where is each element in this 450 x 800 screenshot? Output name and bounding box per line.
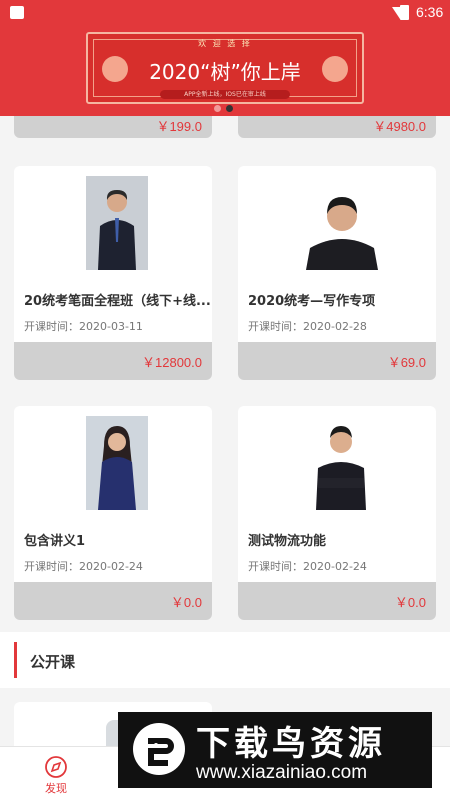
promo-banner[interactable]: 欢 迎 选 择 2020“树”你上岸 APP全新上线，IOS已在审上线 — [86, 32, 364, 104]
course-card[interactable]: 2020统考—写作专项 开课时间：2020-02-28 ￥69.0 — [238, 166, 436, 380]
carousel-dot[interactable] — [214, 105, 221, 112]
banner-tag: 欢 迎 选 择 — [198, 39, 252, 48]
course-title: 包含讲义1 — [24, 534, 86, 549]
course-title: 20统考笔面全程班（线下+线... — [24, 294, 211, 309]
course-start-date: 开课时间：2020-02-24 — [248, 560, 367, 573]
course-price-bar: ￥0.0 — [14, 582, 212, 620]
course-card[interactable]: 测试物流功能 开课时间：2020-02-24 ￥0.0 — [238, 406, 436, 620]
course-card[interactable]: 20统考笔面全程班（线下+线... 开课时间：2020-03-11 ￥12800… — [14, 166, 212, 380]
teacher-photo — [86, 176, 148, 270]
tab-label: 发现 — [45, 782, 67, 795]
course-price-bar: ￥0.0 — [238, 582, 436, 620]
course-price: ￥12800.0 — [142, 355, 202, 370]
teacher-photo — [86, 416, 148, 510]
carousel-dot-active[interactable] — [226, 105, 233, 112]
discover-icon — [45, 756, 67, 778]
course-start-date: 开课时间：2020-03-11 — [24, 320, 143, 333]
course-price: ￥199.0 — [156, 119, 202, 134]
course-card[interactable]: 包含讲义1 开课时间：2020-02-24 ￥0.0 — [14, 406, 212, 620]
course-price: ￥0.0 — [394, 595, 426, 610]
section-accent — [14, 642, 17, 678]
course-price: ￥0.0 — [170, 595, 202, 610]
banner-carousel[interactable]: 欢 迎 选 择 2020“树”你上岸 APP全新上线，IOS已在审上线 — [0, 26, 450, 116]
teacher-photo — [306, 186, 378, 270]
course-price-bar[interactable]: ￥4980.0 — [238, 116, 436, 138]
course-start-date: 开课时间：2020-02-24 — [24, 560, 143, 573]
course-price: ￥4980.0 — [373, 119, 426, 134]
battery-icon — [400, 5, 409, 20]
course-price-bar[interactable]: ￥199.0 — [14, 116, 212, 138]
watermark-overlay: 下载鸟资源 www.xiazainiao.com — [118, 712, 432, 788]
course-price: ￥69.0 — [387, 355, 426, 370]
banner-title: 2020“树”你上岸 — [149, 60, 301, 84]
watermark-title: 下载鸟资源 — [196, 724, 386, 764]
course-title: 测试物流功能 — [248, 534, 327, 549]
bird-logo-icon — [133, 723, 185, 775]
status-time: 6:36 — [416, 4, 444, 20]
status-bar: 6:36 — [0, 0, 450, 26]
tab-discover[interactable]: 发现 — [6, 747, 106, 800]
app-notification-icon — [10, 6, 24, 19]
teacher-photo — [310, 416, 372, 510]
course-price-bar: ￥12800.0 — [14, 342, 212, 380]
course-title: 2020统考—写作专项 — [248, 294, 376, 309]
section-title: 公开课 — [30, 653, 76, 671]
banner-subtitle: APP全新上线，IOS已在审上线 — [160, 90, 290, 99]
section-header: 公开课 — [0, 632, 450, 688]
course-start-date: 开课时间：2020-02-28 — [248, 320, 367, 333]
course-price-bar: ￥69.0 — [238, 342, 436, 380]
watermark-url: www.xiazainiao.com — [196, 762, 368, 783]
